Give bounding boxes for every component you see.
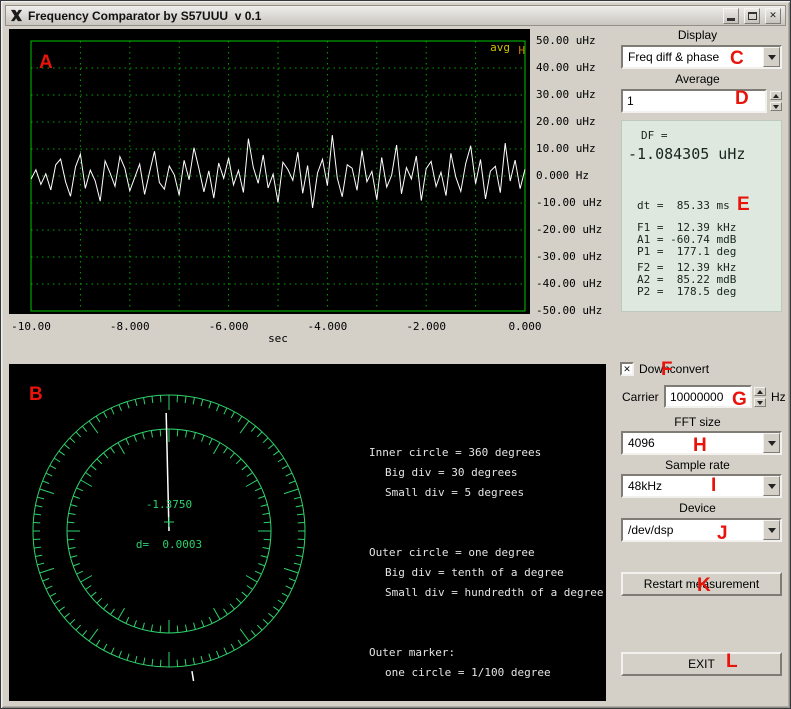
- carrier-spin-down-button[interactable]: [754, 398, 766, 407]
- dial-legend-line: Big div = 30 degrees: [385, 466, 518, 479]
- y-tick-label: 20.00 uHz: [536, 115, 596, 128]
- dial-legend-line: Outer circle = one degree: [369, 546, 535, 559]
- average-spin-down-button[interactable]: [770, 102, 782, 111]
- carrier-spin-buttons: [754, 386, 766, 408]
- dial-legend: Inner circle = 360 degrees Big div = 30 d…: [9, 364, 606, 701]
- display-combo[interactable]: Freq diff & phase: [621, 45, 782, 69]
- device-combo-value: /dev/dsp: [628, 523, 674, 537]
- fft-size-combo-value: 4096: [628, 436, 655, 450]
- close-button[interactable]: ✕: [765, 7, 781, 24]
- y-tick-label: -50.00 uHz: [536, 304, 603, 317]
- app-window: Frequency Comparator by S57UUU v 0.1 ✕ a…: [0, 0, 791, 709]
- fft-combo-arrow-button[interactable]: [763, 433, 780, 453]
- readout-line: P2 = 178.5 deg: [637, 285, 737, 298]
- chevron-down-icon: [767, 483, 776, 489]
- y-tick-label: -10.00 uHz: [536, 196, 603, 209]
- carrier-unit-label: Hz: [771, 390, 786, 404]
- downconvert-row: ✕ Downconvert: [620, 362, 709, 376]
- y-tick-label: 30.00 uHz: [536, 88, 596, 101]
- dial-legend-line: Small div = 5 degrees: [385, 486, 525, 499]
- average-spinbox: [621, 89, 782, 113]
- exit-button[interactable]: EXIT: [621, 652, 782, 676]
- arrow-up-icon: [757, 389, 763, 394]
- average-spin-buttons: [770, 89, 782, 113]
- maximize-button[interactable]: [744, 7, 760, 24]
- carrier-label: Carrier: [622, 390, 659, 404]
- x-axis-unit-label: sec: [268, 332, 288, 345]
- average-spin-up-button[interactable]: [770, 91, 782, 100]
- y-tick-label: -20.00 uHz: [536, 223, 603, 236]
- plot-canvas: avg H: [9, 29, 530, 314]
- measurement-readout-panel: DF = -1.084305 uHz dt = 85.33 ms F1 = 12.…: [621, 120, 782, 312]
- phase-dial-panel: -1.3750 d= 0.0003 Inner circle = 360 deg…: [9, 364, 606, 701]
- frequency-plot-panel: avg H 50.00 uHz 40.00 uHz 30.00 uHz 20.00 u…: [9, 29, 606, 355]
- window-title: Frequency Comparator by S57UUU v 0.1: [28, 8, 262, 23]
- y-tick-label: 50.00 uHz: [536, 34, 596, 47]
- y-tick-label: 40.00 uHz: [536, 61, 596, 74]
- readout-line: dt = 85.33 ms: [637, 199, 730, 212]
- downconvert-checkbox[interactable]: ✕: [620, 362, 634, 376]
- device-combo[interactable]: /dev/dsp: [621, 518, 782, 542]
- chevron-down-icon: [767, 527, 776, 533]
- restart-measurement-button[interactable]: Restart measurement: [621, 572, 782, 596]
- y-tick-label: 0.000 Hz: [536, 169, 589, 182]
- average-input[interactable]: [621, 89, 767, 113]
- downconvert-label: Downconvert: [639, 362, 710, 376]
- chevron-down-icon: [767, 440, 776, 446]
- y-axis-labels: 50.00 uHz 40.00 uHz 30.00 uHz 20.00 uHz 10.0…: [536, 29, 614, 329]
- sample-rate-combo-arrow-button[interactable]: [763, 476, 780, 496]
- readout-line: P1 = 177.1 deg: [637, 245, 737, 258]
- fft-size-combo[interactable]: 4096: [621, 431, 782, 455]
- minimize-button[interactable]: [723, 7, 739, 24]
- sample-rate-label: Sample rate: [665, 458, 730, 472]
- y-tick-label: -40.00 uHz: [536, 277, 603, 290]
- display-label: Display: [677, 28, 718, 42]
- frequency-plot-svg: [30, 40, 526, 312]
- sample-rate-combo[interactable]: 48kHz: [621, 474, 782, 498]
- y-tick-label: 10.00 uHz: [536, 142, 596, 155]
- fft-size-label: FFT size: [674, 415, 721, 429]
- display-combo-arrow-button[interactable]: [763, 47, 780, 67]
- display-combo-value: Freq diff & phase: [628, 50, 720, 64]
- carrier-spin-up-button[interactable]: [754, 387, 766, 396]
- minimize-icon: [727, 18, 735, 21]
- h-legend-label: H: [518, 44, 525, 57]
- maximize-icon: [747, 11, 757, 20]
- sample-rate-combo-value: 48kHz: [628, 479, 663, 493]
- arrow-up-icon: [773, 93, 779, 98]
- y-tick-label: -30.00 uHz: [536, 250, 603, 263]
- close-icon: ✕: [769, 10, 777, 20]
- x11-logo-icon: [10, 9, 23, 22]
- dial-legend-line: Inner circle = 360 degrees: [369, 446, 542, 459]
- arrow-down-icon: [773, 104, 779, 109]
- device-combo-arrow-button[interactable]: [763, 520, 780, 540]
- dial-legend-line: one circle = 1/100 degree: [385, 666, 551, 679]
- dial-legend-line: Outer marker:: [369, 646, 456, 659]
- average-label: Average: [675, 72, 720, 86]
- df-value: -1.084305 uHz: [628, 145, 746, 163]
- df-label: DF =: [641, 129, 668, 142]
- titlebar[interactable]: Frequency Comparator by S57UUU v 0.1 ✕: [5, 5, 786, 26]
- carrier-input[interactable]: [664, 385, 752, 408]
- arrow-down-icon: [757, 400, 763, 405]
- avg-legend-label: avg: [490, 41, 510, 54]
- device-label: Device: [679, 501, 716, 515]
- chevron-down-icon: [767, 54, 776, 60]
- dial-legend-line: Small div = hundredth of a degree: [385, 586, 604, 599]
- dial-legend-line: Big div = tenth of a degree: [385, 566, 564, 579]
